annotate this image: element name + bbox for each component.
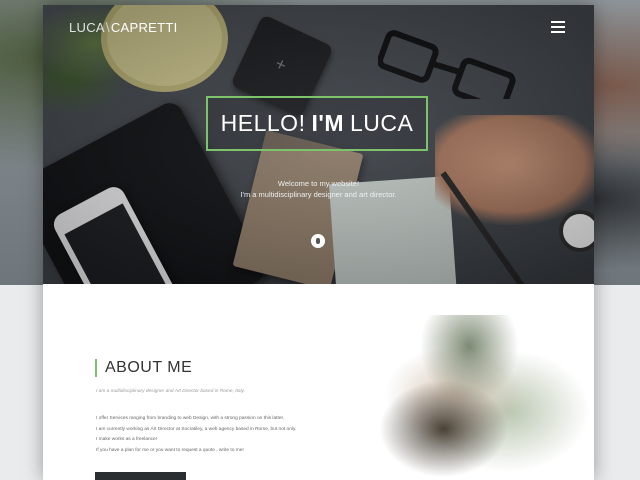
about-subtitle: I am a multidisciplinary designer and Ar… [96, 389, 246, 394]
about-line: I am currently working as Art Director a… [96, 426, 297, 432]
logo-first-name: LUCA [69, 20, 105, 35]
about-action-button[interactable] [95, 472, 186, 480]
logo-separator: \ [105, 20, 110, 35]
portrait-image [379, 315, 594, 480]
about-line: If you have a plan for me or you want to… [96, 447, 244, 453]
scroll-down-icon[interactable] [311, 234, 325, 248]
hamburger-menu-icon[interactable] [551, 21, 565, 33]
welcome-line-1: Welcome to my website! [277, 179, 360, 188]
hero-welcome-text: Welcome to my website! I'm a multidiscip… [43, 178, 594, 200]
about-line: I offer Services ranging from branding t… [96, 416, 285, 421]
about-line: I make works as a freelance! [96, 437, 158, 442]
hero-section: + LUCA\CAPRETTI HELLO! I'M LUCA W [43, 5, 594, 284]
website-page: + LUCA\CAPRETTI HELLO! I'M LUCA W [43, 5, 594, 480]
about-title: ABOUT ME [95, 359, 192, 377]
hero-title-im: I'M [311, 110, 344, 136]
hero-title-name: LUCA [350, 110, 414, 136]
hero-title-hello: HELLO! [220, 110, 306, 136]
welcome-line-2: I'm a multidisciplinary designer and art… [240, 190, 397, 199]
logo-last-name: CAPRETTI [110, 20, 178, 35]
site-logo[interactable]: LUCA\CAPRETTI [69, 20, 178, 35]
hero-title-box: HELLO! I'M LUCA [206, 96, 428, 151]
about-body: I offer Services ranging from branding t… [96, 414, 296, 456]
